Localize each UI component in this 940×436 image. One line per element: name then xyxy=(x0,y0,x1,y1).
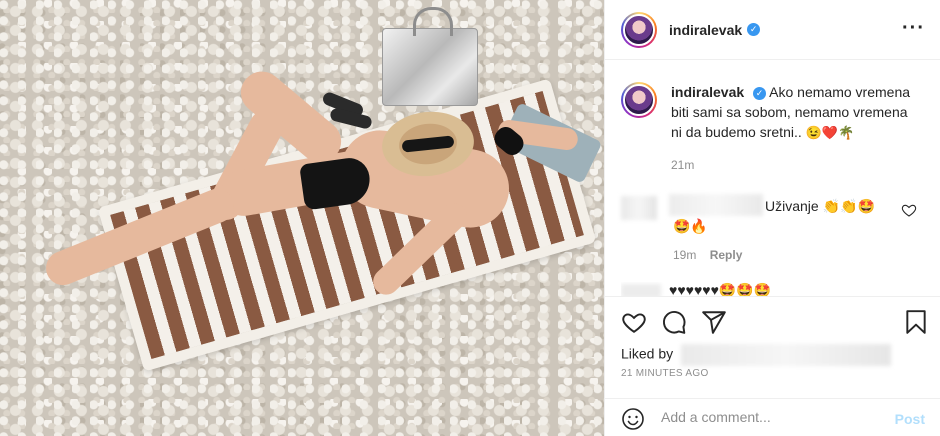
post-comment-button[interactable]: Post xyxy=(895,411,925,427)
caption-username[interactable]: indiralevak xyxy=(671,84,744,100)
caption-emojis: 😉❤️🌴 xyxy=(805,125,855,140)
caption: indiralevak ✓ Ako nemamo vremena biti sa… xyxy=(621,82,929,143)
header-username[interactable]: indiralevak xyxy=(669,22,742,38)
verified-badge-icon: ✓ xyxy=(747,23,761,36)
blurred-avatar xyxy=(621,196,657,220)
add-comment-bar: Post xyxy=(605,398,940,436)
comment-emojis: 👏👏🤩 xyxy=(822,198,875,214)
post-side-panel: indiralevak ✓ ··· indiralevak ✓ Ako nema… xyxy=(604,0,940,436)
comment-icon[interactable] xyxy=(661,309,687,335)
avatar[interactable] xyxy=(621,11,657,48)
comment-meta: 19m Reply xyxy=(673,248,742,262)
liked-by: Liked by xyxy=(621,344,892,366)
post-photo[interactable] xyxy=(0,0,604,436)
silver-bag xyxy=(382,7,478,106)
heart-icon[interactable] xyxy=(621,309,647,335)
caption-avatar[interactable] xyxy=(621,82,657,118)
more-options-icon[interactable]: ··· xyxy=(902,18,925,38)
blurred-avatar xyxy=(621,284,661,296)
post-header: indiralevak ✓ ··· xyxy=(605,0,940,60)
heart-icon[interactable] xyxy=(901,202,917,218)
caption-time: 21m xyxy=(671,158,695,172)
reply-button[interactable]: Reply xyxy=(710,248,743,262)
comment-line1: Uživanje 👏👏🤩 xyxy=(765,198,875,215)
post-timestamp[interactable]: 21 MINUTES AGO xyxy=(621,368,709,379)
blurred-username xyxy=(669,194,763,216)
comment-text: Uživanje xyxy=(765,198,819,214)
comment-item: ♥♥♥♥♥♥🤩🤩🤩 xyxy=(621,282,929,296)
smile-icon[interactable] xyxy=(621,407,645,431)
caption-body: indiralevak ✓ Ako nemamo vremena biti sa… xyxy=(671,82,921,143)
blurred-likers xyxy=(681,344,892,366)
verified-badge-icon: ✓ xyxy=(753,87,767,100)
comment-text: ♥♥♥♥♥♥🤩🤩🤩 xyxy=(669,282,772,296)
avatar-image xyxy=(623,13,655,46)
bookmark-icon[interactable] xyxy=(903,309,929,335)
action-bar xyxy=(605,296,940,346)
comment-emojis-line2: 🤩🔥 xyxy=(673,218,708,234)
comment-input[interactable] xyxy=(661,409,881,425)
comment-time: 19m xyxy=(673,248,697,262)
share-icon[interactable] xyxy=(701,309,727,335)
avatar-image xyxy=(623,84,655,116)
liked-by-label: Liked by xyxy=(621,345,674,362)
